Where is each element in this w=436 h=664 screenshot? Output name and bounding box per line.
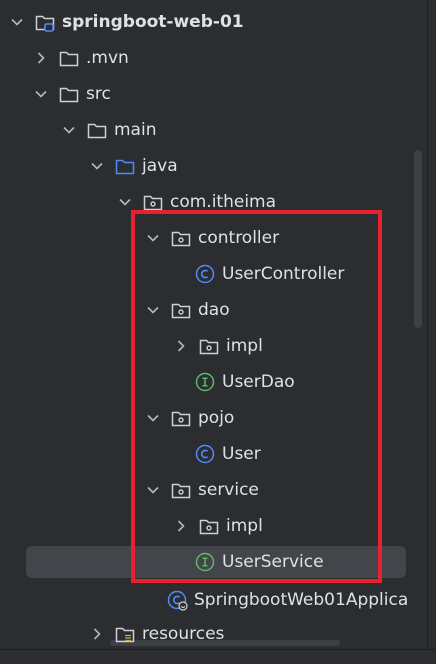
tree-row-service[interactable]: service [0,472,408,508]
interface-icon [194,551,216,573]
chevron-down-icon[interactable] [10,15,24,29]
tree-label: pojo [198,408,235,428]
tree-row-service-impl[interactable]: impl [0,508,408,544]
package-icon [198,335,220,357]
tree-row-main[interactable]: main [0,112,408,148]
resources-folder-icon [114,623,136,645]
tree-row-controller[interactable]: controller [0,220,408,256]
tree-label: UserService [222,552,324,572]
source-folder-icon [114,155,136,177]
tree-row-dao[interactable]: dao [0,292,408,328]
package-icon [170,299,192,321]
chevron-down-icon[interactable] [146,411,160,425]
chevron-down-icon[interactable] [146,483,160,497]
folder-icon [58,83,80,105]
tree-label: User [222,444,261,464]
tree-label: SpringbootWeb01Applica [194,590,409,610]
tree-row-user-service[interactable]: UserService [0,544,408,580]
spring-boot-class-icon [166,589,188,611]
class-icon [194,443,216,465]
package-icon [170,479,192,501]
tree-label: main [114,120,157,140]
chevron-right-icon[interactable] [34,51,48,65]
tree-row-user[interactable]: User [0,436,408,472]
tree-row-src[interactable]: src [0,76,408,112]
tree-row-user-controller[interactable]: UserController [0,256,408,292]
tree-label: resources [142,624,225,644]
tree-row-user-dao[interactable]: UserDao [0,364,408,400]
package-icon [170,407,192,429]
package-icon [170,227,192,249]
tree-label: service [198,480,259,500]
chevron-down-icon[interactable] [62,123,76,137]
tree-row-application[interactable]: SpringbootWeb01Applica [0,582,428,618]
tree-label: dao [198,300,230,320]
project-tree: springboot-web-01 .mvn src main java com… [0,0,436,664]
chevron-right-icon[interactable] [90,627,104,641]
tree-label: controller [198,228,280,248]
tree-label: UserDao [222,372,295,392]
tree-row-dao-impl[interactable]: impl [0,328,408,364]
tree-label: springboot-web-01 [62,12,244,32]
tree-label: com.itheima [170,192,277,212]
interface-icon [194,371,216,393]
tree-label: java [142,156,178,176]
tree-row-mvn[interactable]: .mvn [0,40,408,76]
tree-row-project[interactable]: springboot-web-01 [0,4,408,40]
panel-divider [427,0,436,664]
chevron-down-icon[interactable] [34,87,48,101]
package-icon [142,191,164,213]
class-icon [194,263,216,285]
chevron-right-icon[interactable] [174,519,188,533]
tree-row-pojo[interactable]: pojo [0,400,408,436]
folder-icon [86,119,108,141]
tree-label: impl [226,336,263,356]
tree-label: impl [226,516,263,536]
chevron-down-icon[interactable] [118,195,132,209]
folder-icon [58,47,80,69]
chevron-down-icon[interactable] [90,159,104,173]
tree-label: UserController [222,264,345,284]
tree-row-java[interactable]: java [0,148,408,184]
tree-label: src [86,84,111,104]
tree-label: .mvn [86,48,129,68]
project-folder-icon [34,11,56,33]
chevron-down-icon[interactable] [146,231,160,245]
vertical-scrollbar[interactable] [414,150,422,328]
chevron-right-icon[interactable] [174,339,188,353]
package-icon [198,515,220,537]
tree-row-resources[interactable]: resources [0,616,408,652]
tree-row-package-root[interactable]: com.itheima [0,184,408,220]
chevron-down-icon[interactable] [146,303,160,317]
